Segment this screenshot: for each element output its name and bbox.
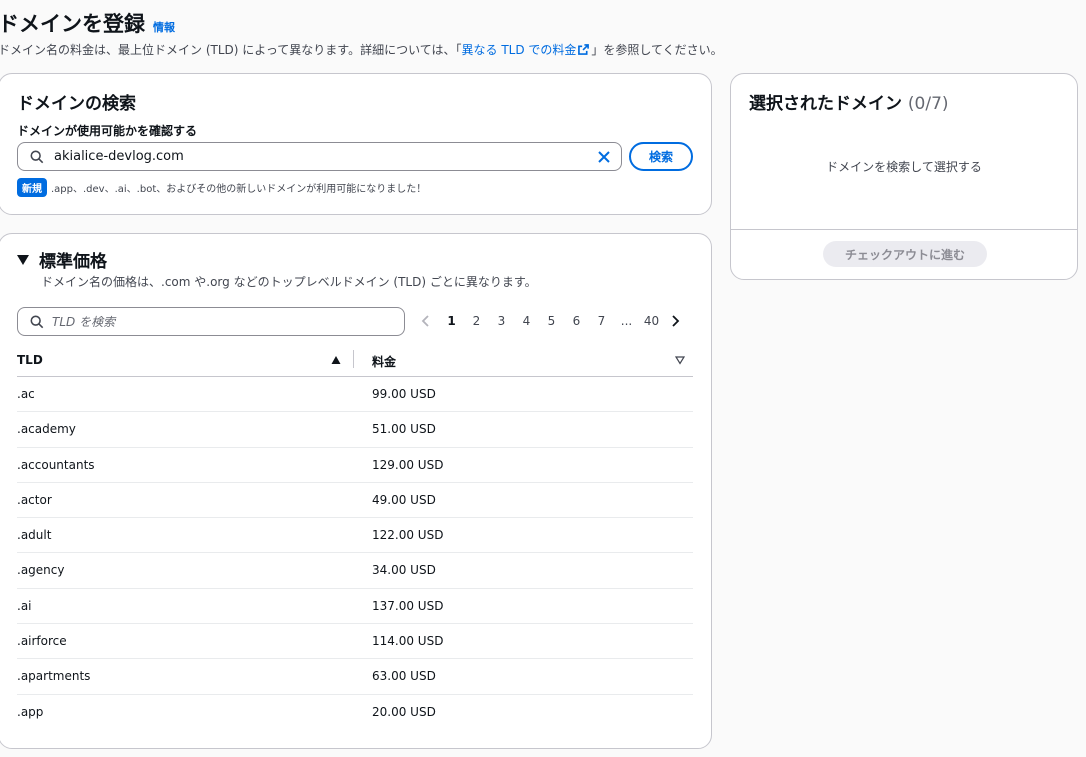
checkout-button[interactable]: チェックアウトに進む [823, 241, 987, 267]
table-row: .accountants 129.00 USD [17, 448, 693, 483]
caret-down-icon [17, 254, 29, 265]
price-cell: 20.00 USD [372, 704, 436, 719]
table-row: .academy 51.00 USD [17, 412, 693, 448]
domain-search-value[interactable]: akialice-devlog.com [54, 149, 597, 164]
external-link-icon [578, 44, 590, 55]
table-row: .ac 99.00 USD [17, 377, 693, 413]
table-row: .ai 137.00 USD [17, 589, 693, 625]
tld-cell: .agency [17, 563, 65, 578]
domain-search-panel: ドメインの検索 ドメインが使用可能かを確認する akialice-devlog.… [0, 73, 712, 215]
tld-filter-placeholder[interactable]: TLD を検索 [52, 313, 115, 330]
page-5[interactable]: 5 [539, 314, 564, 328]
selected-panel-title: 選択されたドメイン (0/7) [749, 89, 949, 114]
price-cell: 99.00 USD [372, 387, 436, 401]
tld-cell: .app [17, 704, 44, 719]
tld-cell: .apartments [17, 669, 91, 684]
selected-empty-text: ドメインを検索して選択する [826, 160, 982, 174]
table-row: .agency 34.00 USD [17, 553, 693, 589]
selected-title-text: 選択されたドメイン [749, 94, 902, 114]
price-cell: 49.00 USD [372, 492, 436, 507]
pricing-section-toggle[interactable]: 標準価格 [17, 247, 107, 272]
subtitle-text-after: 」を参照してください。 [591, 43, 723, 57]
page-title-text: ドメインを登録 [0, 12, 145, 36]
table-row: .actor 49.00 USD [17, 483, 693, 519]
new-badge: 新規 [17, 178, 47, 197]
page-ellipsis: ... [620, 314, 633, 328]
standard-pricing-panel: 標準価格 ドメイン名の価格は、.com や.org などのトップレベルドメイン … [0, 233, 712, 749]
pricing-description: ドメイン名の価格は、.com や.org などのトップレベルドメイン (TLD)… [41, 275, 537, 289]
chevron-right-icon[interactable] [668, 314, 682, 328]
page-subtitle: ドメイン名の料金は、最上位ドメイン (TLD) によって異なります。詳細について… [0, 41, 723, 58]
page-7[interactable]: 7 [589, 314, 614, 328]
column-header-price[interactable]: 料金 [372, 353, 396, 370]
tld-cell: .actor [17, 492, 52, 507]
search-icon [30, 150, 44, 163]
pricing-title[interactable]: 標準価格 [39, 247, 107, 272]
table-row: .app 20.00 USD [17, 695, 693, 730]
selected-divider [731, 229, 1077, 230]
table-header: TLD 料金 [17, 347, 693, 377]
column-header-tld[interactable]: TLD [17, 353, 43, 367]
page-4[interactable]: 4 [514, 314, 539, 328]
selected-count: (0/7) [907, 94, 949, 114]
page-40[interactable]: 40 [639, 314, 664, 328]
search-panel-title: ドメインの検索 [17, 94, 136, 114]
tld-cell: .ai [17, 598, 32, 613]
tld-cell: .ac [17, 387, 35, 401]
search-field-label: ドメインが使用可能かを確認する [17, 124, 198, 138]
page-2[interactable]: 2 [464, 314, 489, 328]
pagination: 1 2 3 4 5 6 7 ... 40 [419, 314, 682, 328]
domain-search-input[interactable]: akialice-devlog.com [17, 142, 622, 171]
clear-icon[interactable] [597, 150, 611, 164]
table-row: .apartments 63.00 USD [17, 659, 693, 695]
page-6[interactable]: 6 [564, 314, 589, 328]
tld-filter-input[interactable]: TLD を検索 [17, 307, 405, 336]
price-cell: 51.00 USD [372, 422, 436, 437]
page-title: ドメインを登録 情報 [0, 8, 175, 38]
pricing-docs-link[interactable]: 異なる TLD での料金 [462, 43, 592, 57]
page-3[interactable]: 3 [489, 314, 514, 328]
price-cell: 114.00 USD [372, 634, 444, 649]
price-cell: 63.00 USD [372, 669, 436, 684]
chevron-left-icon[interactable] [419, 314, 433, 328]
search-button[interactable]: 検索 [629, 142, 693, 171]
column-divider [353, 350, 354, 368]
price-cell: 137.00 USD [372, 598, 444, 613]
info-link[interactable]: 情報 [153, 19, 175, 35]
price-cell: 122.00 USD [372, 528, 444, 543]
price-cell: 129.00 USD [372, 457, 444, 472]
table-row: .adult 122.00 USD [17, 518, 693, 554]
page-1[interactable]: 1 [439, 314, 464, 328]
tld-cell: .academy [17, 422, 76, 437]
tld-cell: .airforce [17, 634, 67, 649]
sort-descending-icon[interactable] [675, 355, 685, 365]
subtitle-text-before: ドメイン名の料金は、最上位ドメイン (TLD) によって異なります。詳細について… [0, 43, 462, 57]
table-row: .airforce 114.00 USD [17, 624, 693, 660]
new-tld-notice: 新規 .app、.dev、.ai、.bot、およびその他の新しいドメインが利用可… [17, 178, 426, 197]
pricing-docs-link-text[interactable]: 異なる TLD での料金 [462, 43, 577, 57]
tld-cell: .accountants [17, 457, 95, 472]
price-cell: 34.00 USD [372, 563, 436, 578]
new-tld-text: .app、.dev、.ai、.bot、およびその他の新しいドメインが利用可能にな… [51, 184, 427, 195]
sort-ascending-icon[interactable] [331, 355, 341, 365]
selected-domains-panel: 選択されたドメイン (0/7) ドメインを検索して選択する チェックアウトに進む [730, 73, 1078, 280]
pricing-table-body: .ac 99.00 USD .academy 51.00 USD .accounta… [17, 377, 693, 730]
search-icon [30, 315, 44, 328]
tld-cell: .adult [17, 528, 52, 543]
